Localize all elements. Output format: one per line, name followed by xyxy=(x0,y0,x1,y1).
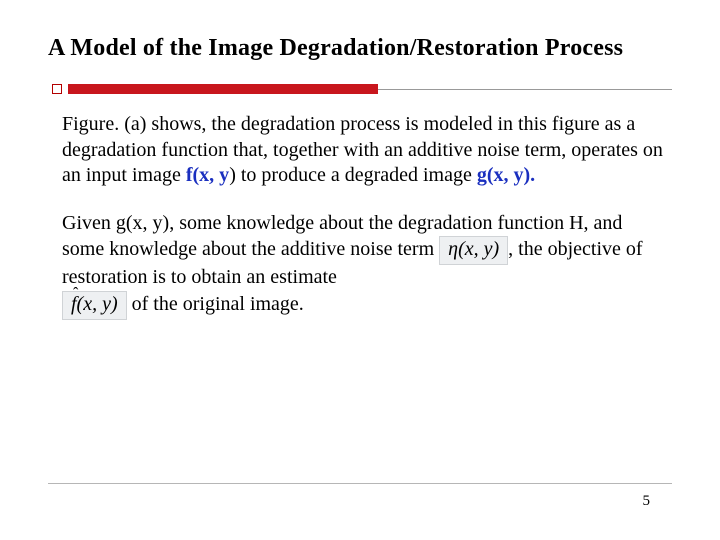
fxy-term: f(x, y xyxy=(186,164,229,186)
gxy-term: g(x, y). xyxy=(477,164,535,186)
footer-divider xyxy=(48,483,672,484)
fhat-symbol: f(x, y) xyxy=(71,292,118,317)
page-number: 5 xyxy=(643,493,651,510)
title-underline xyxy=(52,84,672,94)
fhat-formula: f(x, y) xyxy=(62,291,127,320)
thin-line xyxy=(378,89,672,90)
slide-title: A Model of the Image Degradation/Restora… xyxy=(48,35,672,62)
para2-text-c: of the original image. xyxy=(127,293,304,315)
red-bar xyxy=(68,84,378,94)
para1-text-b: ) to produce a degraded image xyxy=(229,164,477,186)
bullet-square xyxy=(52,84,62,94)
paragraph-1: Figure. (a) shows, the degradation proce… xyxy=(62,112,666,189)
eta-formula: η(x, y) xyxy=(439,236,508,265)
paragraph-2: Given g(x, y), some knowledge about the … xyxy=(62,211,666,320)
